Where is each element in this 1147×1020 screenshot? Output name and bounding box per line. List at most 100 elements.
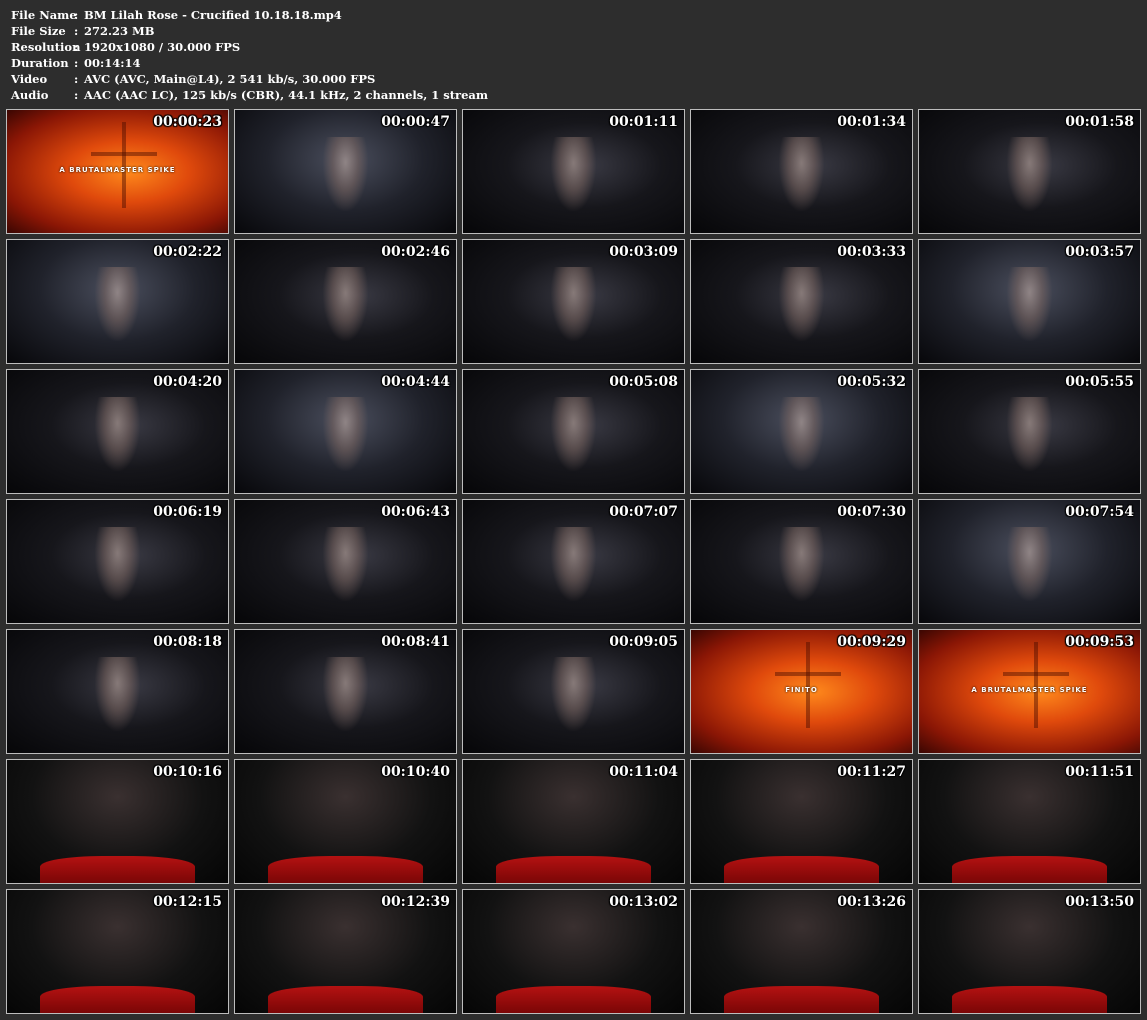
thumbnail-timestamp: 00:05:08 xyxy=(609,374,678,390)
cross-graphic xyxy=(1002,671,1070,676)
info-row-duration: Duration : 00:14:14 xyxy=(11,55,488,71)
thumbnail-timestamp: 00:13:02 xyxy=(609,894,678,910)
video-thumbnail[interactable]: 00:11:27 xyxy=(690,759,913,884)
thumbnail-timestamp: 00:01:34 xyxy=(837,114,906,130)
video-thumbnail[interactable]: 00:10:16 xyxy=(6,759,229,884)
video-thumbnail[interactable]: 00:07:30 xyxy=(690,499,913,624)
thumbnail-timestamp: 00:03:09 xyxy=(609,244,678,260)
info-label: Video xyxy=(11,72,48,86)
thumbnail-timestamp: 00:07:30 xyxy=(837,504,906,520)
thumbnail-timestamp: 00:00:23 xyxy=(153,114,222,130)
video-thumbnail[interactable]: 00:04:44 xyxy=(234,369,457,494)
info-value: 00:14:14 xyxy=(84,56,141,70)
video-thumbnail[interactable]: 00:06:19 xyxy=(6,499,229,624)
thumbnail-title-card: A BRUTALMASTER SPIKE xyxy=(59,166,176,174)
video-thumbnail[interactable]: 00:09:05 xyxy=(462,629,685,754)
thumbnail-timestamp: 00:06:19 xyxy=(153,504,222,520)
thumbnail-timestamp: 00:03:57 xyxy=(1065,244,1134,260)
thumbnail-timestamp: 00:02:46 xyxy=(381,244,450,260)
info-row-file-size: File Size : 272.23 MB xyxy=(11,23,488,39)
info-label: File Size xyxy=(11,24,66,38)
video-thumbnail[interactable]: 00:03:33 xyxy=(690,239,913,364)
video-thumbnail[interactable]: 00:08:18 xyxy=(6,629,229,754)
info-value: 1920x1080 / 30.000 FPS xyxy=(84,40,241,54)
thumbnail-timestamp: 00:08:18 xyxy=(153,634,222,650)
thumbnail-timestamp: 00:11:27 xyxy=(837,764,906,780)
info-separator: : xyxy=(74,40,79,54)
video-thumbnail[interactable]: 00:13:50 xyxy=(918,889,1141,1014)
info-separator: : xyxy=(74,56,79,70)
file-info-header: File Name : BM Lilah Rose - Crucified 10… xyxy=(11,7,488,103)
video-thumbnail[interactable]: 00:04:20 xyxy=(6,369,229,494)
video-thumbnail[interactable]: 00:05:32 xyxy=(690,369,913,494)
cross-graphic xyxy=(774,671,842,676)
video-thumbnail[interactable]: 00:02:46 xyxy=(234,239,457,364)
thumbnail-timestamp: 00:07:07 xyxy=(609,504,678,520)
video-thumbnail[interactable]: 00:01:34 xyxy=(690,109,913,234)
info-label: File Name xyxy=(11,8,77,22)
thumbnail-timestamp: 00:00:47 xyxy=(381,114,450,130)
info-row-file-name: File Name : BM Lilah Rose - Crucified 10… xyxy=(11,7,488,23)
info-separator: : xyxy=(74,72,79,86)
video-thumbnail[interactable]: A BRUTALMASTER SPIKE 00:09:53 xyxy=(918,629,1141,754)
thumbnail-timestamp: 00:04:44 xyxy=(381,374,450,390)
thumbnail-timestamp: 00:09:05 xyxy=(609,634,678,650)
thumbnail-timestamp: 00:12:39 xyxy=(381,894,450,910)
thumbnail-title-card: A BRUTALMASTER SPIKE xyxy=(971,686,1088,694)
info-label: Audio xyxy=(11,88,49,102)
thumbnail-timestamp: 00:10:40 xyxy=(381,764,450,780)
thumbnail-timestamp: 00:03:33 xyxy=(837,244,906,260)
video-thumbnail[interactable]: 00:13:02 xyxy=(462,889,685,1014)
thumbnail-timestamp: 00:09:53 xyxy=(1065,634,1134,650)
thumbnail-timestamp: 00:11:04 xyxy=(609,764,678,780)
video-thumbnail[interactable]: FINITO 00:09:29 xyxy=(690,629,913,754)
video-thumbnail[interactable]: 00:03:09 xyxy=(462,239,685,364)
video-thumbnail[interactable]: 00:11:51 xyxy=(918,759,1141,884)
video-thumbnail[interactable]: 00:00:47 xyxy=(234,109,457,234)
video-thumbnail[interactable]: 00:08:41 xyxy=(234,629,457,754)
info-value: AVC (AVC, Main@L4), 2 541 kb/s, 30.000 F… xyxy=(84,72,376,86)
video-thumbnail[interactable]: 00:01:58 xyxy=(918,109,1141,234)
info-separator: : xyxy=(74,24,79,38)
video-thumbnail[interactable]: 00:03:57 xyxy=(918,239,1141,364)
video-thumbnail[interactable]: 00:07:54 xyxy=(918,499,1141,624)
info-value: AAC (AAC LC), 125 kb/s (CBR), 44.1 kHz, … xyxy=(84,88,489,102)
thumbnail-timestamp: 00:11:51 xyxy=(1065,764,1134,780)
thumbnail-timestamp: 00:01:58 xyxy=(1065,114,1134,130)
info-value: 272.23 MB xyxy=(84,24,155,38)
video-thumbnail[interactable]: 00:13:26 xyxy=(690,889,913,1014)
video-thumbnail[interactable]: 00:07:07 xyxy=(462,499,685,624)
thumbnail-grid: A BRUTALMASTER SPIKE 00:00:23 00:00:47 00:0… xyxy=(6,109,1142,1014)
video-thumbnail[interactable]: 00:10:40 xyxy=(234,759,457,884)
thumbnail-timestamp: 00:12:15 xyxy=(153,894,222,910)
thumbnail-timestamp: 00:13:26 xyxy=(837,894,906,910)
thumbnail-timestamp: 00:08:41 xyxy=(381,634,450,650)
thumbnail-timestamp: 00:05:55 xyxy=(1065,374,1134,390)
thumbnail-timestamp: 00:05:32 xyxy=(837,374,906,390)
thumbnail-timestamp: 00:04:20 xyxy=(153,374,222,390)
video-thumbnail[interactable]: 00:05:08 xyxy=(462,369,685,494)
thumbnail-timestamp: 00:01:11 xyxy=(609,114,678,130)
video-thumbnail[interactable]: 00:01:11 xyxy=(462,109,685,234)
thumbnail-timestamp: 00:10:16 xyxy=(153,764,222,780)
info-row-audio: Audio : AAC (AAC LC), 125 kb/s (CBR), 44… xyxy=(11,87,488,103)
info-label: Duration xyxy=(11,56,69,70)
video-thumbnail[interactable]: 00:06:43 xyxy=(234,499,457,624)
info-value: BM Lilah Rose - Crucified 10.18.18.mp4 xyxy=(84,8,342,22)
thumbnail-timestamp: 00:02:22 xyxy=(153,244,222,260)
video-thumbnail[interactable]: 00:05:55 xyxy=(918,369,1141,494)
thumbnail-timestamp: 00:13:50 xyxy=(1065,894,1134,910)
info-row-video: Video : AVC (AVC, Main@L4), 2 541 kb/s, … xyxy=(11,71,488,87)
thumbnail-title-card: FINITO xyxy=(785,686,818,694)
thumbnail-timestamp: 00:09:29 xyxy=(837,634,906,650)
thumbnail-timestamp: 00:06:43 xyxy=(381,504,450,520)
video-thumbnail[interactable]: 00:02:22 xyxy=(6,239,229,364)
info-row-resolution: Resolution : 1920x1080 / 30.000 FPS xyxy=(11,39,488,55)
info-separator: : xyxy=(74,8,79,22)
video-thumbnail[interactable]: A BRUTALMASTER SPIKE 00:00:23 xyxy=(6,109,229,234)
video-thumbnail[interactable]: 00:12:15 xyxy=(6,889,229,1014)
thumbnail-timestamp: 00:07:54 xyxy=(1065,504,1134,520)
info-separator: : xyxy=(74,88,79,102)
video-thumbnail[interactable]: 00:12:39 xyxy=(234,889,457,1014)
video-thumbnail[interactable]: 00:11:04 xyxy=(462,759,685,884)
